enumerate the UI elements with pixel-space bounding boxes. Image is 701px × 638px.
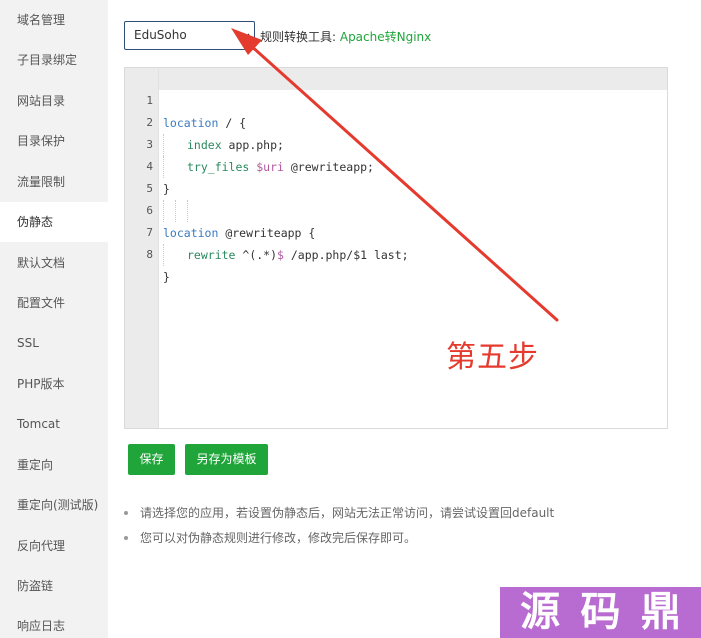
sidebar-item-tomcat[interactable]: Tomcat	[0, 404, 108, 444]
line-number: 8	[146, 248, 153, 261]
sidebar-item-redirect-beta[interactable]: 重定向(测试版)	[0, 485, 108, 525]
code-text: }	[163, 270, 170, 284]
sidebar-item-reverse-proxy[interactable]: 反向代理	[0, 526, 108, 566]
chevron-down-icon	[239, 23, 251, 59]
rewrite-preset-select[interactable]: EduSoho	[124, 21, 255, 50]
sidebar-item-directory-protection[interactable]: 目录保护	[0, 121, 108, 161]
preset-select-value: EduSoho	[134, 28, 187, 42]
apache-to-nginx-link[interactable]: Apache转Nginx	[340, 30, 431, 44]
tips-list: 请选择您的应用，若设置伪静态后，网站无法正常访问，请尝试设置回default 您…	[124, 504, 554, 554]
sidebar-item-default-document[interactable]: 默认文档	[0, 243, 108, 283]
tip-item: 请选择您的应用，若设置伪静态后，网站无法正常访问，请尝试设置回default	[124, 504, 554, 529]
sidebar-item-ssl[interactable]: SSL	[0, 323, 108, 363]
sidebar-item-traffic-limit[interactable]: 流量限制	[0, 162, 108, 202]
sidebar-item-rewrite[interactable]: 伪静态	[0, 202, 108, 242]
code-line: 4 }	[125, 134, 667, 196]
sidebar-item-php-version[interactable]: PHP版本	[0, 364, 108, 404]
watermark-char: 码	[580, 589, 621, 635]
code-line: 2 index app.php;	[125, 90, 667, 156]
watermark-logo: 源 码 鼎	[500, 587, 701, 638]
sidebar: 域名管理 子目录绑定 网站目录 目录保护 流量限制 伪静态 默认文档 配置文件 …	[0, 0, 108, 638]
sidebar-item-config-file[interactable]: 配置文件	[0, 283, 108, 323]
watermark-char: 鼎	[640, 589, 681, 635]
sidebar-item-domain-management[interactable]: 域名管理	[0, 0, 108, 40]
tip-item: 您可以对伪静态规则进行修改，修改完后保存即可。	[124, 529, 554, 554]
sidebar-item-subdirectory-binding[interactable]: 子目录绑定	[0, 40, 108, 80]
code-line: 8 }	[125, 222, 667, 284]
step-five-label: 第五步	[446, 340, 539, 375]
converter-tool-label: 规则转换工具:	[260, 30, 340, 44]
sidebar-item-site-directory[interactable]: 网站目录	[0, 81, 108, 121]
rewrite-rules-editor[interactable]: 1 location / { 2 index app.php; 3 try_fi…	[124, 67, 668, 429]
code-line: 1 location / {	[125, 68, 667, 130]
sidebar-item-redirect[interactable]: 重定向	[0, 445, 108, 485]
sidebar-item-hotlink-protection[interactable]: 防盗链	[0, 566, 108, 606]
code-text: rewrite ^(.*)$ /app.php/$1 last;	[163, 244, 409, 266]
converter-tool: 规则转换工具: Apache转Nginx	[260, 28, 431, 45]
save-as-template-button[interactable]: 另存为模板	[185, 444, 268, 475]
watermark-char: 源	[520, 589, 561, 635]
code-line: 5	[125, 156, 667, 222]
save-button[interactable]: 保存	[128, 444, 175, 475]
code-line: 7 rewrite ^(.*)$ /app.php/$1 last;	[125, 200, 667, 266]
code-line: 3 try_files $uri @rewriteapp;	[125, 112, 667, 178]
sidebar-item-response-log[interactable]: 响应日志	[0, 606, 108, 638]
code-line: 6 location @rewriteapp {	[125, 178, 667, 240]
